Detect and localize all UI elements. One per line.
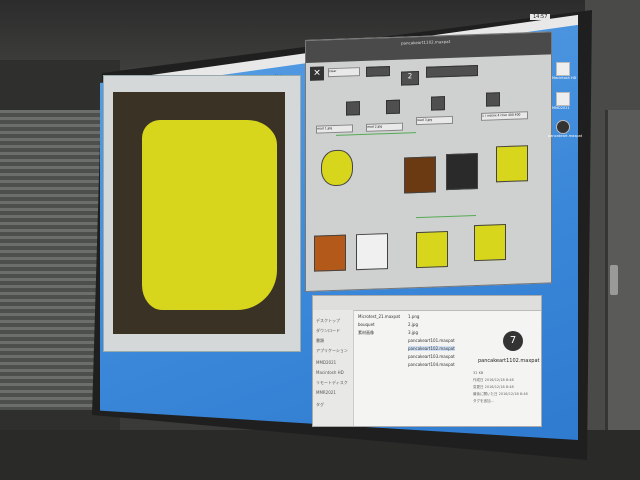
yellow-pancake-top <box>150 125 270 245</box>
sidebar-item[interactable]: 書類 <box>316 338 324 344</box>
patch-cord <box>336 132 416 136</box>
toggle-object[interactable] <box>346 101 360 116</box>
preview-face-white <box>356 233 388 271</box>
preview-face-orange <box>314 234 346 272</box>
finder-sidebar: デスクトップ ダウンロード 書類 アプリケーション MMD2021 Macint… <box>313 310 354 426</box>
list-item[interactable]: bouquet <box>358 322 375 327</box>
folder-icon[interactable] <box>556 92 570 106</box>
max-file-icon: 7 <box>503 331 523 351</box>
toggle-object[interactable] <box>386 99 400 115</box>
file-size: 32 KB <box>473 371 484 375</box>
sidebar-item[interactable]: MMD2021 <box>316 360 336 365</box>
preview-face-brown <box>404 156 436 194</box>
preview-face-yellow3 <box>474 223 506 262</box>
finder-window[interactable]: デスクトップ ダウンロード 書類 アプリケーション MMD2021 Macint… <box>312 295 542 427</box>
file-item[interactable]: pancakeart101.maxpat <box>408 338 455 343</box>
file-item[interactable]: pancakeart103.maxpat <box>408 354 455 359</box>
sidebar-item[interactable]: Macintosh HD <box>316 370 344 375</box>
file-opened: 最後に開いた日 2016/12/18 8:48 <box>473 392 528 396</box>
preview-face-yellow2 <box>416 231 448 269</box>
file-item-selected[interactable]: pancakeart102.maxpat <box>408 346 455 351</box>
add-tag-link[interactable]: タグを追加... <box>473 399 494 404</box>
sidebar-item[interactable]: デスクトップ <box>316 318 340 324</box>
window-blinds <box>0 110 105 410</box>
toggle-object[interactable] <box>431 96 445 111</box>
file-item[interactable]: 3.jpg <box>408 330 418 335</box>
bpatcher-object[interactable] <box>426 64 478 78</box>
file-item[interactable]: 2.jpg <box>408 322 418 327</box>
desktop-icon-label: pancakeart.maxpat <box>548 134 583 138</box>
sidebar-item[interactable]: MMR2021 <box>316 390 336 395</box>
toggle-object[interactable] <box>486 92 500 107</box>
door-handle <box>610 265 618 295</box>
sidebar-item[interactable]: リモートディスク <box>316 380 348 386</box>
sidebar-item[interactable]: タグ <box>316 402 324 408</box>
message-read[interactable]: read 3.jpg <box>416 115 453 126</box>
object-box[interactable] <box>366 66 390 77</box>
sidebar-item[interactable]: アプリケーション <box>316 348 348 354</box>
patch-cord <box>416 215 476 219</box>
list-item[interactable]: 素材画像 <box>358 330 374 336</box>
menu-clock: 14:57 <box>530 14 551 20</box>
desktop-icon-label: Macintosh HD <box>552 76 577 80</box>
file-created: 作成日 2016/12/18 8:48 <box>473 378 514 382</box>
number-box[interactable]: 2 <box>401 71 419 86</box>
max-file-icon[interactable] <box>556 120 570 134</box>
preview-face-yellow <box>496 145 528 183</box>
list-item[interactable]: Microtest_21.maxpat <box>358 314 400 319</box>
message-box[interactable]: clear <box>328 67 360 78</box>
file-modified: 変更日 2016/12/18 8:48 <box>473 385 514 389</box>
finder-toolbar <box>313 296 541 311</box>
sidebar-item[interactable]: ダウンロード <box>316 328 340 334</box>
max-patcher-window[interactable]: pancakeart1102.maxpat ✕ clear 2 read 1.j… <box>305 31 552 292</box>
preview-file-name: pancakeart1102.maxpat <box>478 358 540 364</box>
preview-face <box>321 149 353 187</box>
message-read[interactable]: read 1.jpg <box>316 124 353 134</box>
close-icon[interactable]: ✕ <box>310 66 324 81</box>
file-item[interactable]: 1.png <box>408 314 419 319</box>
message-read[interactable]: read 2.jpg <box>366 122 403 132</box>
drive-icon[interactable] <box>556 62 570 76</box>
matrix-object[interactable]: 1 / matrix 4 char 400 400 <box>481 111 528 121</box>
desktop-icon-label: MMD2021 <box>552 106 570 110</box>
preview-face-dark <box>446 152 478 191</box>
file-item[interactable]: pancakeart104.maxpat <box>408 362 455 367</box>
